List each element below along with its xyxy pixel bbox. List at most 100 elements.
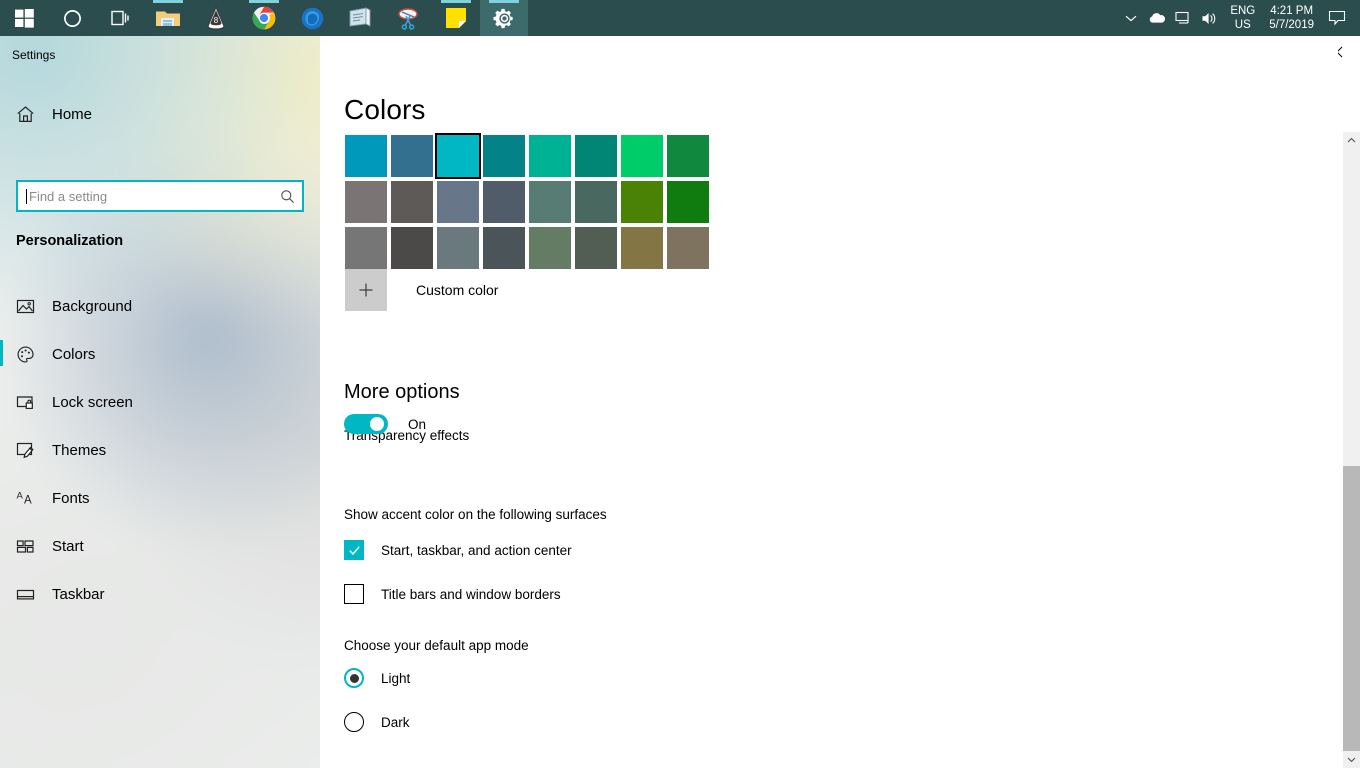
accent-color-swatch-cell[interactable] — [665, 133, 711, 179]
show-hidden-icons-button[interactable] — [1118, 0, 1144, 36]
language-indicator[interactable]: ENG US — [1222, 4, 1263, 32]
accent-color-swatch[interactable] — [437, 227, 479, 269]
checkbox-title-bars-window-borders[interactable]: Title bars and window borders — [344, 584, 561, 604]
accent-color-swatch-cell[interactable] — [343, 133, 389, 179]
mozilla-firefox-button[interactable] — [288, 0, 336, 36]
transparency-effects-state: On — [408, 416, 427, 432]
accent-color-swatch-cell[interactable] — [343, 179, 389, 225]
accent-color-swatch-cell[interactable] — [619, 225, 665, 271]
accent-color-swatch[interactable] — [345, 181, 387, 223]
scroll-down-button[interactable] — [1343, 751, 1360, 768]
settings-content: Colors Custom color More options Transpa… — [320, 36, 1338, 768]
accent-color-swatch-cell[interactable] — [665, 225, 711, 271]
accent-color-swatch-cell[interactable] — [665, 179, 711, 225]
search-icon[interactable] — [272, 182, 302, 210]
volume-tray-button[interactable] — [1196, 0, 1222, 36]
accent-color-swatch-cell[interactable] — [389, 179, 435, 225]
settings-sidebar: Settings Home Find a setting Personaliza… — [0, 36, 320, 768]
search-input[interactable] — [27, 188, 272, 204]
chevron-down-icon — [1347, 757, 1356, 763]
accent-color-swatch-cell[interactable] — [435, 179, 481, 225]
scroll-up-button[interactable] — [1343, 132, 1360, 149]
radio-app-mode-light[interactable]: Light — [344, 668, 410, 688]
accent-color-swatch[interactable] — [529, 227, 571, 269]
radio-button[interactable] — [344, 668, 364, 688]
radio-button[interactable] — [344, 712, 364, 732]
sidebar-item-home-label: Home — [52, 105, 93, 123]
sidebar-item-start[interactable]: Start — [0, 522, 320, 570]
accent-color-swatch[interactable] — [435, 133, 481, 179]
accent-color-swatch-cell[interactable] — [527, 133, 573, 179]
accent-color-swatch[interactable] — [391, 227, 433, 269]
accent-color-swatch-cell[interactable] — [619, 179, 665, 225]
accent-color-swatch-cell[interactable] — [481, 133, 527, 179]
accent-color-swatch[interactable] — [621, 135, 663, 177]
accent-color-swatch-cell[interactable] — [573, 225, 619, 271]
custom-color-row[interactable]: Custom color — [343, 269, 498, 311]
sidebar-item-colors[interactable]: Colors — [0, 330, 320, 378]
accent-color-swatch-cell[interactable] — [389, 133, 435, 179]
checkbox-start-taskbar-action-center[interactable]: Start, taskbar, and action center — [344, 540, 572, 560]
transparency-effects-toggle[interactable] — [344, 414, 388, 434]
vertical-scrollbar[interactable] — [1343, 132, 1360, 768]
accent-color-swatch[interactable] — [529, 135, 571, 177]
start-button[interactable] — [0, 0, 48, 36]
checkbox-box[interactable] — [344, 584, 364, 604]
network-tray-button[interactable] — [1170, 0, 1196, 36]
accent-color-swatch-cell[interactable] — [619, 133, 665, 179]
action-center-button[interactable] — [1320, 0, 1354, 36]
accent-color-swatch[interactable] — [621, 181, 663, 223]
clock[interactable]: 4:21 PM 5/7/2019 — [1263, 4, 1320, 32]
accent-color-swatch-cell[interactable] — [435, 225, 481, 271]
vlc-media-player-button[interactable]: 8 — [192, 0, 240, 36]
accent-color-swatch-cell[interactable] — [343, 225, 389, 271]
sidebar-item-lock-screen[interactable]: Lock screen — [0, 378, 320, 426]
taskbar-icon — [16, 585, 44, 604]
notepad-button[interactable] — [336, 0, 384, 36]
accent-color-swatch-cell[interactable] — [389, 225, 435, 271]
sticky-notes-button[interactable] — [432, 0, 480, 36]
accent-color-swatch[interactable] — [575, 227, 617, 269]
task-view-button[interactable] — [96, 0, 144, 36]
accent-color-swatch-cell[interactable] — [573, 179, 619, 225]
accent-color-swatch-cell[interactable] — [435, 133, 481, 179]
accent-color-swatch[interactable] — [667, 181, 709, 223]
accent-color-swatch[interactable] — [391, 135, 433, 177]
accent-color-swatch[interactable] — [483, 181, 525, 223]
accent-color-swatch[interactable] — [483, 227, 525, 269]
accent-color-swatch[interactable] — [621, 227, 663, 269]
accent-color-swatch[interactable] — [483, 135, 525, 177]
sidebar-item-fonts-label: Fonts — [52, 489, 90, 507]
accent-color-swatch[interactable] — [391, 181, 433, 223]
sidebar-item-themes[interactable]: Themes — [0, 426, 320, 474]
accent-color-swatch-cell[interactable] — [527, 179, 573, 225]
radio-app-mode-dark[interactable]: Dark — [344, 712, 410, 732]
accent-color-swatch-cell[interactable] — [481, 225, 527, 271]
onedrive-tray-button[interactable] — [1144, 0, 1170, 36]
accent-color-swatch-cell[interactable] — [527, 225, 573, 271]
custom-color-button[interactable] — [345, 269, 387, 311]
accent-color-swatch[interactable] — [667, 227, 709, 269]
file-explorer-button[interactable] — [144, 0, 192, 36]
checkbox-box[interactable] — [344, 540, 364, 560]
brush-icon — [16, 441, 44, 460]
accent-color-swatch-cell[interactable] — [481, 179, 527, 225]
sidebar-item-fonts[interactable]: A A Fonts — [0, 474, 320, 522]
google-chrome-button[interactable] — [240, 0, 288, 36]
sidebar-item-background[interactable]: Background — [0, 282, 320, 330]
scrollbar-thumb[interactable] — [1343, 466, 1360, 751]
accent-color-swatch[interactable] — [575, 135, 617, 177]
sidebar-item-home[interactable]: Home — [0, 94, 320, 134]
accent-color-swatch[interactable] — [345, 135, 387, 177]
accent-color-swatch[interactable] — [667, 135, 709, 177]
accent-color-swatch[interactable] — [345, 227, 387, 269]
settings-button[interactable] — [480, 0, 528, 36]
snipping-tool-button[interactable] — [384, 0, 432, 36]
accent-color-swatch-cell[interactable] — [573, 133, 619, 179]
accent-color-swatch[interactable] — [437, 181, 479, 223]
search-box[interactable] — [16, 180, 304, 212]
cortana-search-button[interactable] — [48, 0, 96, 36]
sidebar-item-taskbar[interactable]: Taskbar — [0, 570, 320, 618]
accent-color-swatch[interactable] — [529, 181, 571, 223]
accent-color-swatch[interactable] — [575, 181, 617, 223]
